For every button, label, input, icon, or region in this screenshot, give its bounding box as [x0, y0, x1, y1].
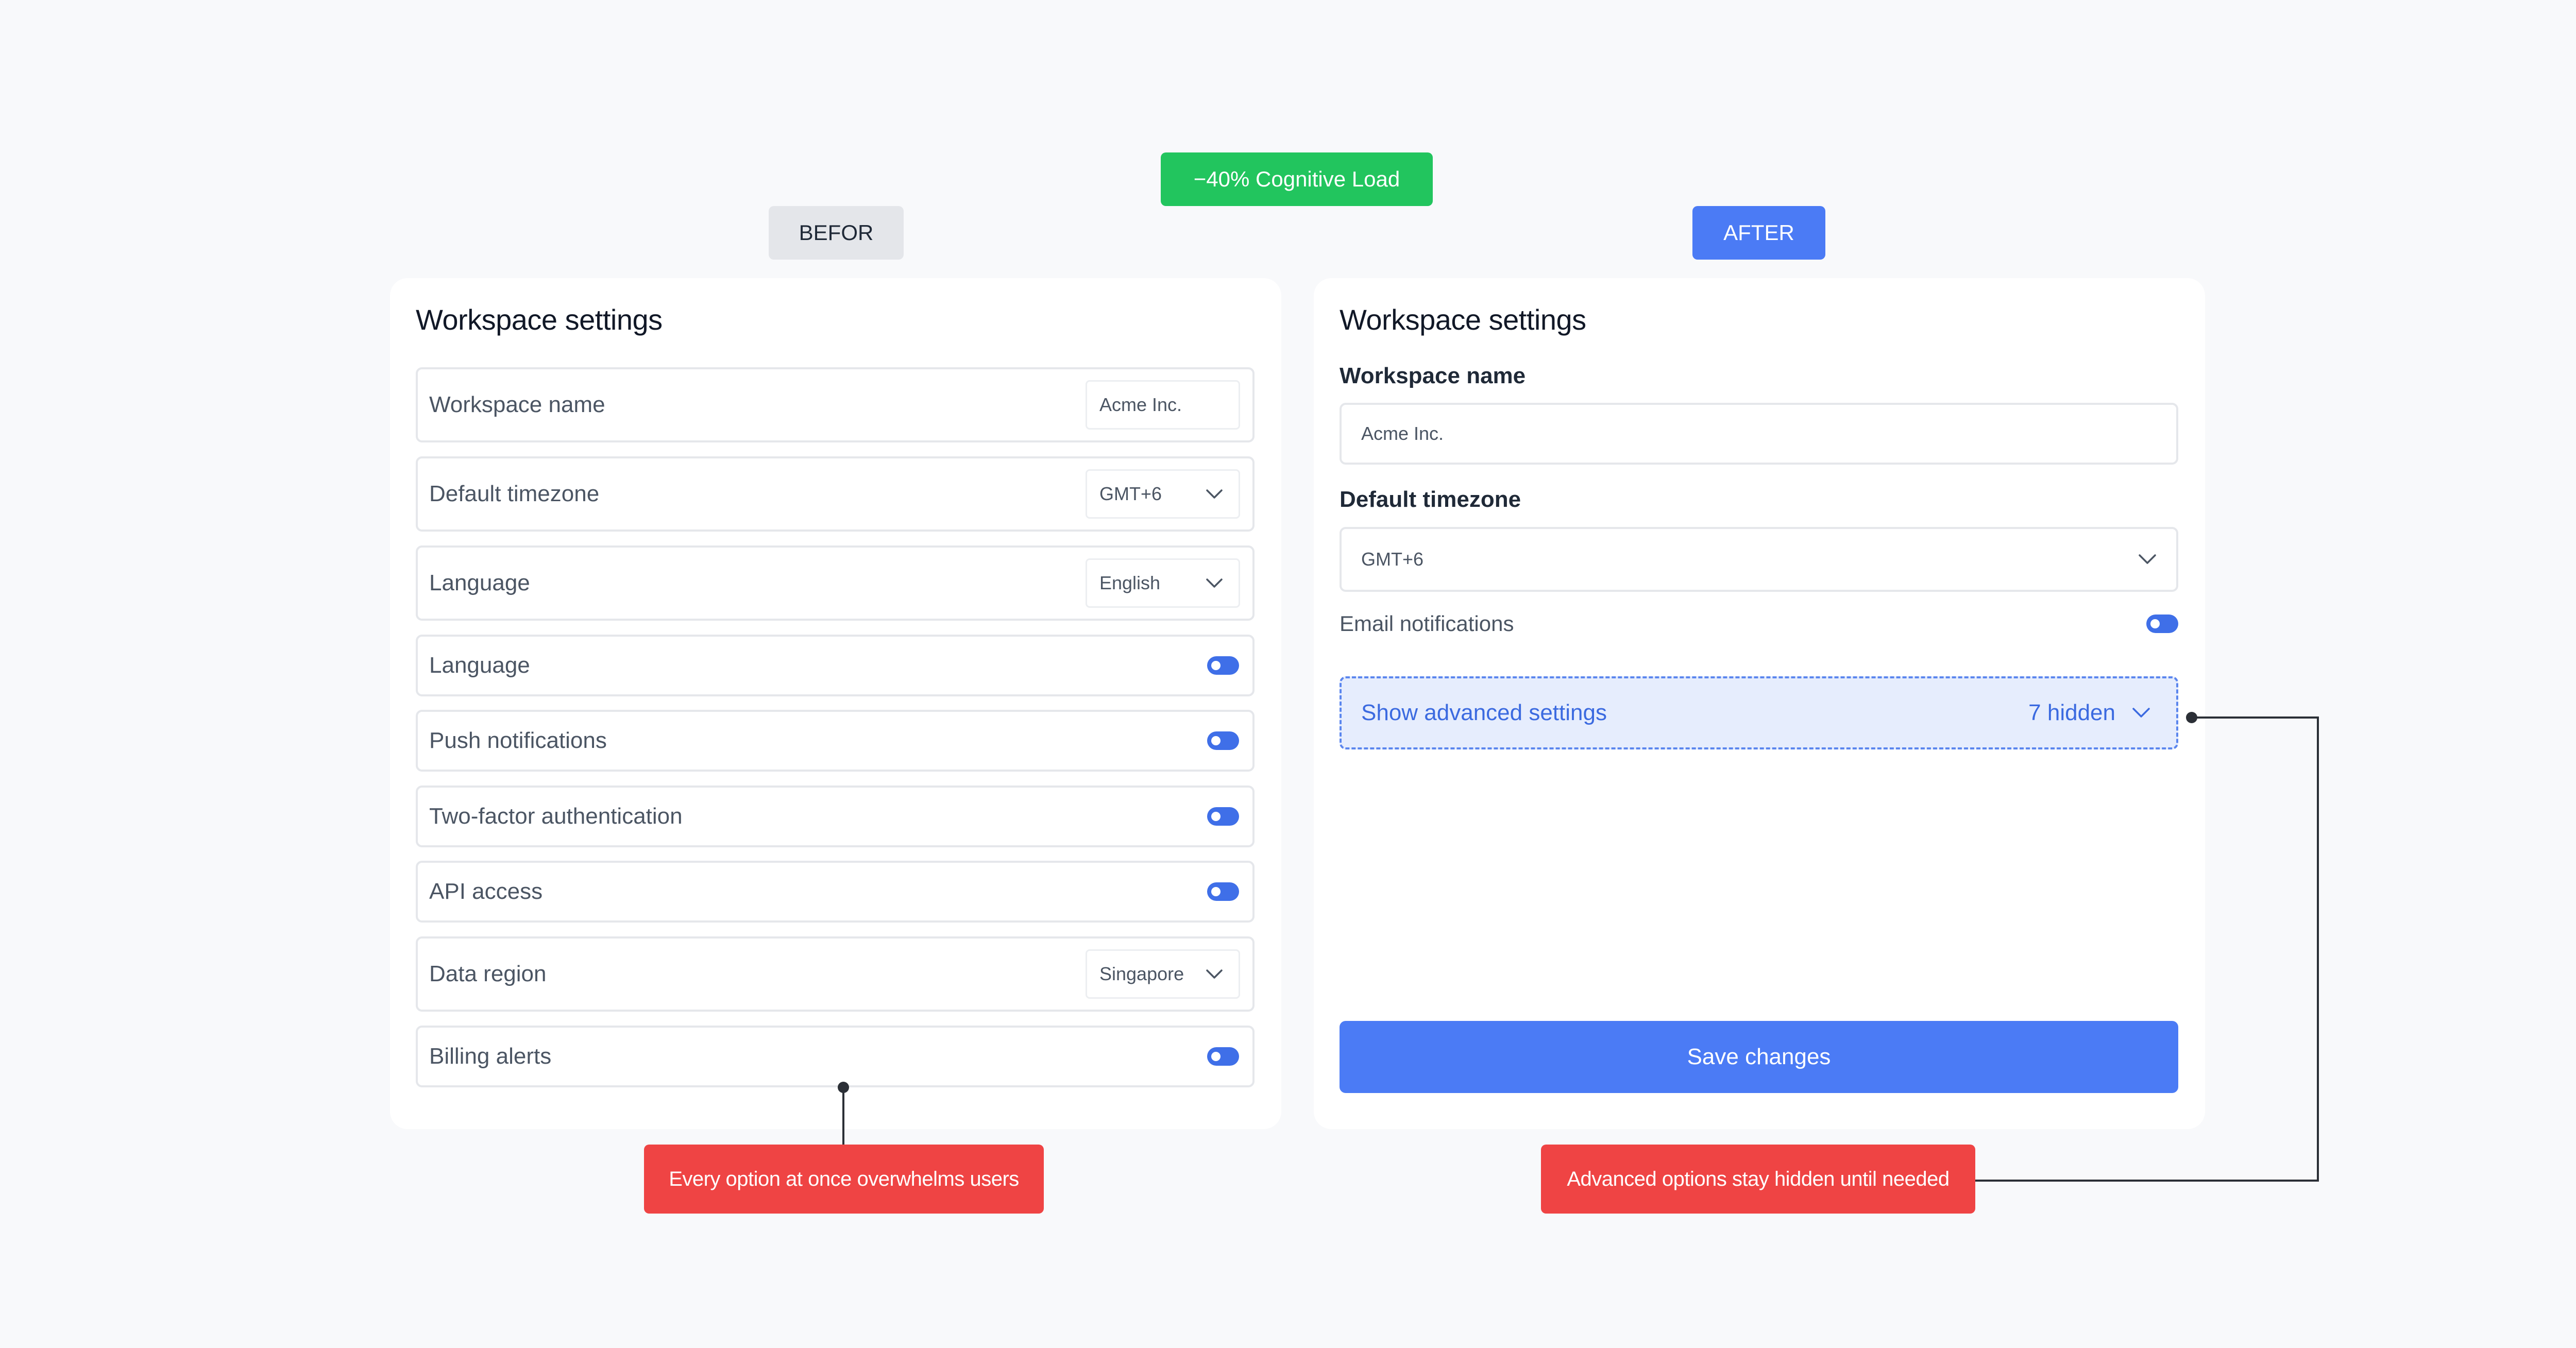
before-row-workspace-name: Workspace name Acme Inc.	[416, 367, 1255, 442]
before-card-title: Workspace settings	[416, 303, 663, 336]
default-timezone-label: Default timezone	[1340, 487, 1521, 512]
input-value: Acme Inc.	[1361, 423, 1444, 444]
chevron-down-icon	[1206, 489, 1223, 499]
before-row-push-notifications: Push notifications	[416, 710, 1255, 772]
row-label: API access	[429, 879, 543, 904]
cognitive-load-badge: −40% Cognitive Load	[1161, 152, 1433, 206]
save-changes-button[interactable]: Save changes	[1340, 1021, 2178, 1093]
after-label: AFTER	[1692, 206, 1825, 260]
language-toggle[interactable]	[1207, 656, 1239, 675]
workspace-name-input[interactable]: Acme Inc.	[1086, 380, 1240, 430]
data-region-select[interactable]: Singapore	[1086, 949, 1240, 999]
select-value: English	[1099, 572, 1161, 593]
chevron-down-icon	[2132, 708, 2150, 718]
language-select[interactable]: English	[1086, 558, 1240, 608]
row-label: Language	[429, 653, 530, 678]
before-row-api-access: API access	[416, 861, 1255, 923]
before-callout: Every option at once overwhelms users	[644, 1145, 1044, 1214]
select-value: GMT+6	[1361, 549, 1424, 570]
show-advanced-settings-button[interactable]: Show advanced settings 7 hidden	[1340, 676, 2178, 749]
before-row-billing-alerts: Billing alerts	[416, 1026, 1255, 1087]
billing-alerts-toggle[interactable]	[1207, 1047, 1239, 1066]
select-value: GMT+6	[1099, 483, 1162, 504]
two-factor-toggle[interactable]	[1207, 807, 1239, 826]
email-notifications-label: Email notifications	[1340, 611, 1514, 636]
row-label: Workspace name	[429, 392, 605, 417]
select-value: Singapore	[1099, 963, 1184, 984]
before-row-data-region: Data region Singapore	[416, 936, 1255, 1012]
chevron-down-icon	[2139, 554, 2156, 564]
email-notifications-toggle[interactable]	[2146, 615, 2178, 633]
before-row-default-timezone: Default timezone GMT+6	[416, 456, 1255, 532]
after-callout: Advanced options stay hidden until neede…	[1541, 1145, 1975, 1214]
before-row-language-toggle: Language	[416, 635, 1255, 696]
after-settings-card: Workspace settings Workspace name Acme I…	[1314, 278, 2205, 1129]
row-label: Two-factor authentication	[429, 804, 683, 829]
before-row-two-factor: Two-factor authentication	[416, 786, 1255, 847]
row-label: Push notifications	[429, 728, 607, 753]
workspace-name-label: Workspace name	[1340, 363, 1526, 388]
row-label: Default timezone	[429, 481, 600, 506]
row-label: Data region	[429, 961, 547, 986]
chevron-down-icon	[1206, 578, 1223, 588]
timezone-dropdown[interactable]: GMT+6	[1340, 527, 2178, 592]
row-label: Language	[429, 570, 530, 595]
before-row-language-select: Language English	[416, 545, 1255, 621]
timezone-select[interactable]: GMT+6	[1086, 469, 1240, 519]
api-access-toggle[interactable]	[1207, 882, 1239, 901]
input-value: Acme Inc.	[1099, 394, 1182, 415]
comparison-canvas: −40% Cognitive Load BEFOR AFTER Workspac…	[0, 0, 2576, 1348]
workspace-name-field[interactable]: Acme Inc.	[1340, 403, 2178, 465]
push-notifications-toggle[interactable]	[1207, 731, 1239, 750]
hidden-count-badge: 7 hidden	[2028, 700, 2115, 725]
row-label: Billing alerts	[429, 1044, 552, 1069]
email-notifications-row: Email notifications	[1340, 608, 2178, 639]
chevron-down-icon	[1206, 969, 1223, 979]
before-settings-card: Workspace settings Workspace name Acme I…	[390, 278, 1281, 1129]
advanced-settings-label: Show advanced settings	[1361, 700, 1607, 725]
before-label: BEFOR	[769, 206, 904, 260]
after-card-title: Workspace settings	[1340, 303, 1586, 336]
